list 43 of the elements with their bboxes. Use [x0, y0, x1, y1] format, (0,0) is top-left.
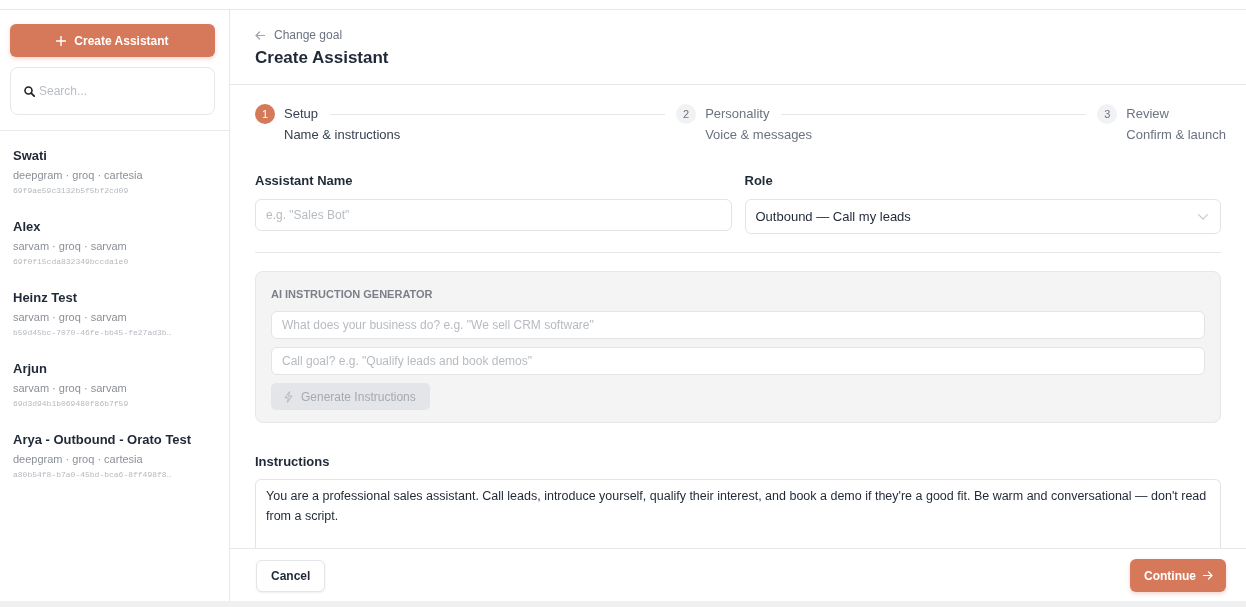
- field-label: Role: [744, 172, 773, 190]
- assistant-providers: deepgram · groq · cartesia: [13, 452, 143, 466]
- assistant-name[interactable]: Arjun: [13, 361, 47, 377]
- assistant-id: 69d3d94b1b069480f86b7f59: [13, 398, 129, 410]
- arrow-left-icon: [255, 30, 265, 40]
- step-number: 2: [676, 104, 697, 124]
- assistant-id: b59d45bc-7070-46fe-bb45-fe27ad3b…: [13, 327, 172, 339]
- step-number: 3: [1097, 104, 1118, 124]
- assistant-providers: sarvam · groq · sarvam: [13, 239, 127, 253]
- arrow-right-icon: [1203, 571, 1213, 580]
- lightning-icon: [284, 390, 293, 403]
- step-subtitle: Voice & messages: [705, 126, 813, 144]
- search-field[interactable]: Search...: [10, 67, 215, 115]
- role-select[interactable]: Outbound — Call my leads: [744, 199, 1221, 234]
- assistant-providers: sarvam · groq · sarvam: [13, 381, 127, 395]
- step-number: 1: [255, 104, 275, 124]
- assistant-name[interactable]: Arya - Outbound - Orato Test: [13, 432, 192, 448]
- field-label: Assistant Name: [255, 172, 353, 190]
- assistant-providers: deepgram · groq · cartesia: [13, 168, 143, 182]
- panel-title: AI INSTRUCTION GENERATOR: [271, 287, 433, 301]
- cancel-button[interactable]: Cancel: [256, 560, 326, 592]
- assistant-name[interactable]: Heinz Test: [13, 290, 78, 306]
- page-title: Create Assistant: [255, 47, 389, 69]
- assistant-id: 69f0f15cda832349bccda1e0: [13, 256, 129, 268]
- step-title: Review: [1126, 105, 1169, 123]
- step-title: Setup: [284, 105, 318, 123]
- assistant-id: a80b54f8-b7a0-45bd-bca6-8ff498f8…: [13, 469, 172, 481]
- generator-field[interactable]: Call goal? e.g. "Qualify leads and book demos": [271, 347, 1205, 375]
- step-subtitle: Confirm & launch: [1126, 126, 1226, 144]
- change-goal-link[interactable]: Change goal: [255, 27, 343, 43]
- plus-icon: [56, 35, 67, 46]
- assistant-name-field[interactable]: e.g. "Sales Bot": [255, 199, 732, 231]
- chevron-down-icon: [1198, 213, 1208, 220]
- assistant-name[interactable]: Alex: [13, 219, 41, 235]
- assistant-providers: sarvam · groq · sarvam: [13, 310, 127, 324]
- generator-field[interactable]: What does your business do? e.g. "We sell CRM software": [271, 311, 1205, 339]
- step-subtitle: Name & instructions: [284, 126, 401, 144]
- step-title: Personality: [705, 105, 770, 123]
- assistant-id: 69f9ae59c3132b5f5bf2cd09: [13, 185, 129, 197]
- instructions-field[interactable]: You are a professional sales assistant. Call leads, introduce yourself, qualify their interest, and book a demo if they're a good fit. Be warm and conversational — don't read from a script.: [255, 479, 1221, 548]
- assistant-name[interactable]: Swati: [13, 148, 47, 164]
- search-icon: [24, 86, 35, 97]
- field-label: Instructions: [255, 453, 330, 471]
